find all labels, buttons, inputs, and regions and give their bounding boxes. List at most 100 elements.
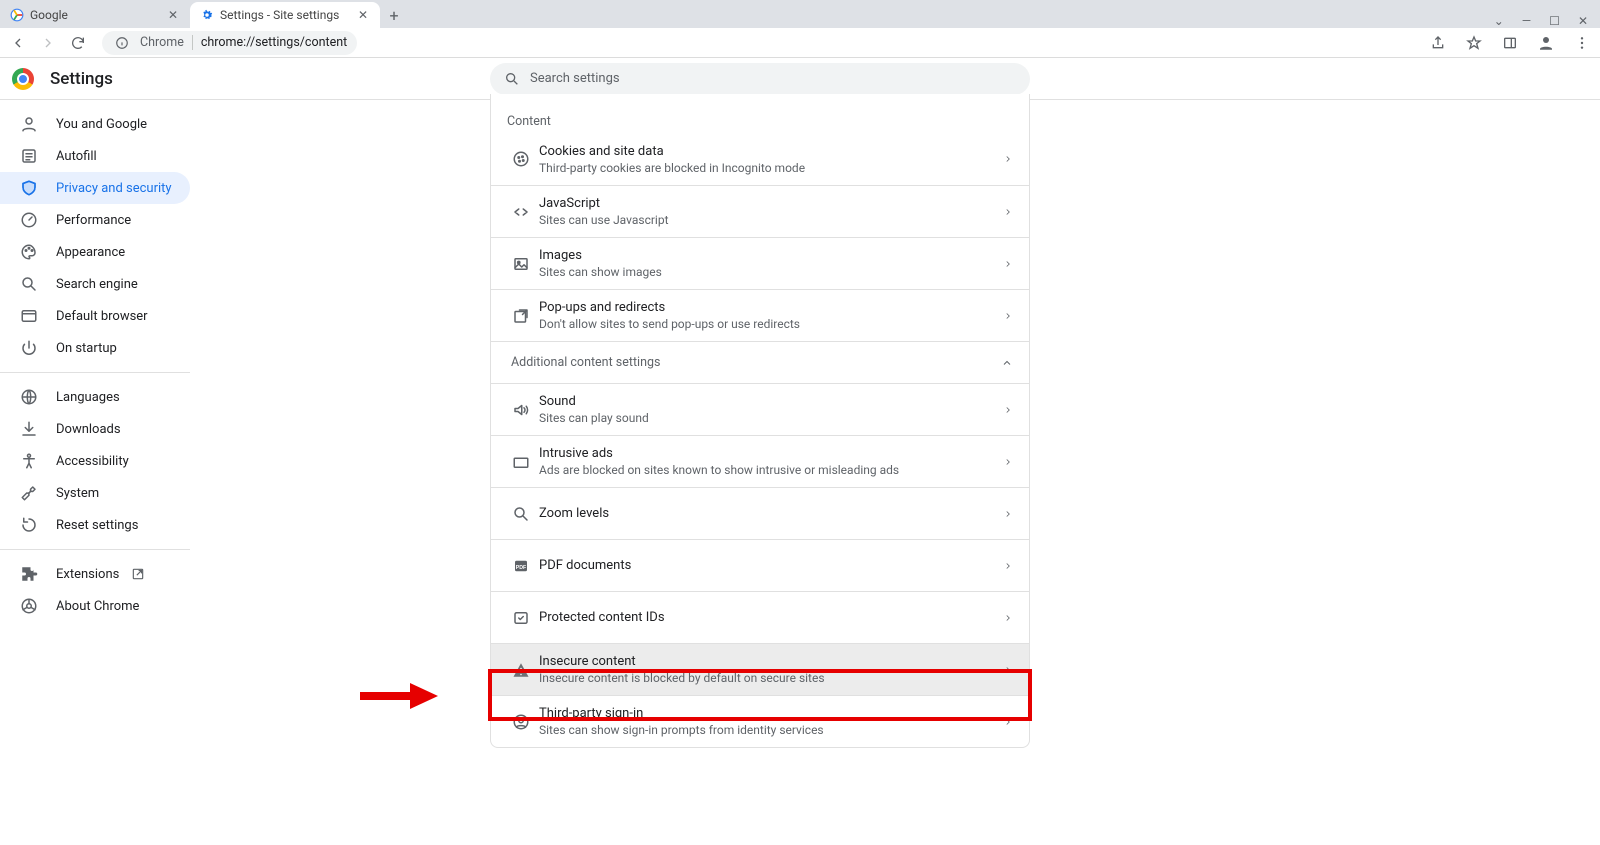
search-icon: [20, 275, 38, 293]
page-title: Settings: [50, 69, 113, 89]
share-icon[interactable]: [1428, 33, 1448, 53]
chevron-right-icon: [1003, 509, 1013, 519]
close-icon[interactable]: ✕: [356, 8, 370, 22]
sidebar-item-downloads[interactable]: Downloads: [0, 413, 190, 445]
new-tab-button[interactable]: +: [380, 2, 408, 28]
google-favicon-icon: [10, 8, 24, 22]
sidebar-item-extensions[interactable]: Extensions: [0, 558, 190, 590]
sidebar-item-label: Languages: [56, 390, 120, 405]
close-icon[interactable]: ✕: [166, 8, 180, 22]
ads-icon: [507, 453, 535, 471]
globe-icon: [20, 388, 38, 406]
row-subtitle: Third-party cookies are blocked in Incog…: [539, 161, 1003, 175]
sidebar-item-label: Autofill: [56, 149, 97, 164]
profile-avatar-icon[interactable]: [1536, 33, 1556, 53]
browser-tab-google[interactable]: Google ✕: [0, 2, 190, 28]
content-row-protected[interactable]: Protected content IDs: [491, 591, 1029, 643]
puzzle-icon: [20, 565, 38, 583]
chrome-logo-icon: [12, 68, 34, 90]
sidebar-item-accessibility[interactable]: Accessibility: [0, 445, 190, 477]
sidebar-item-label: System: [56, 486, 99, 501]
browser-tab-strip: Google ✕ Settings - Site settings ✕ + ⌄ …: [0, 0, 1600, 28]
content-row-sound[interactable]: Sound Sites can play sound: [491, 383, 1029, 435]
minimize-icon[interactable]: —: [1522, 14, 1531, 28]
content-row-thirdparty[interactable]: Third-party sign-in Sites can show sign-i…: [491, 695, 1029, 747]
sidebar-item-startup[interactable]: On startup: [0, 332, 190, 364]
chevron-down-icon[interactable]: ⌄: [1494, 14, 1504, 28]
accessibility-icon: [20, 452, 38, 470]
cookie-icon: [507, 150, 535, 168]
row-subtitle: Sites can play sound: [539, 411, 1003, 425]
sidebar-item-label: You and Google: [56, 117, 147, 132]
content-row-images[interactable]: ImagesSites can show images: [491, 237, 1029, 289]
shield-icon: [20, 179, 38, 197]
content-row-ads[interactable]: Intrusive adsAds are blocked on sites kn…: [491, 435, 1029, 487]
maximize-icon[interactable]: ☐: [1549, 14, 1560, 28]
code-icon: [507, 203, 535, 221]
sidebar-item-you[interactable]: You and Google: [0, 108, 190, 140]
content-row-pdf[interactable]: PDFPDF documents: [491, 539, 1029, 591]
row-title: Third-party sign-in: [539, 706, 1003, 721]
site-info-icon[interactable]: [112, 33, 132, 53]
section-header-content: Content: [491, 100, 1029, 133]
power-icon: [20, 339, 38, 357]
sidebar-item-privacy[interactable]: Privacy and security: [0, 172, 190, 204]
sidebar-item-appearance[interactable]: Appearance: [0, 236, 190, 268]
sidebar-item-label: On startup: [56, 341, 117, 356]
nav-back-icon[interactable]: [8, 33, 28, 53]
external-link-icon: [131, 567, 145, 581]
close-window-icon[interactable]: ✕: [1578, 14, 1588, 28]
row-subtitle: Ads are blocked on sites known to show i…: [539, 463, 1003, 477]
zoom-icon: [507, 505, 535, 523]
sidebar-item-label: Privacy and security: [56, 181, 172, 196]
chevron-right-icon: [1003, 457, 1013, 467]
tab-title: Google: [30, 8, 160, 22]
sidebar-item-label: Extensions: [56, 567, 119, 582]
sidebar-divider: [0, 372, 190, 373]
search-placeholder: Search settings: [530, 71, 620, 86]
settings-sidebar: You and Google Autofill Privacy and securi…: [0, 100, 260, 845]
browser-tab-settings[interactable]: Settings - Site settings ✕: [190, 2, 380, 28]
row-subtitle: Sites can use Javascript: [539, 213, 1003, 227]
sound-icon: [507, 401, 535, 419]
sidebar-item-search[interactable]: Search engine: [0, 268, 190, 300]
content-row-insecure[interactable]: Insecure contentInsecure content is bloc…: [491, 643, 1029, 695]
content-row-popups[interactable]: Pop-ups and redirectsDon't allow sites t…: [491, 289, 1029, 341]
sidebar-divider: [0, 549, 190, 550]
kebab-menu-icon[interactable]: [1572, 33, 1592, 53]
chevron-right-icon: [1003, 311, 1013, 321]
signin-icon: [507, 713, 535, 731]
search-settings-input[interactable]: Search settings: [490, 63, 1030, 95]
content-row-js[interactable]: JavaScriptSites can use Javascript: [491, 185, 1029, 237]
sidebar-item-about[interactable]: About Chrome: [0, 590, 190, 622]
row-subtitle: Sites can show sign-in prompts from iden…: [539, 723, 1003, 737]
sidebar-item-default[interactable]: Default browser: [0, 300, 190, 332]
bookmark-star-icon[interactable]: [1464, 33, 1484, 53]
search-icon: [504, 71, 520, 87]
sidebar-item-autofill[interactable]: Autofill: [0, 140, 190, 172]
chrome-icon: [20, 597, 38, 615]
row-title: Sound: [539, 394, 1003, 409]
row-title: PDF documents: [539, 558, 1003, 573]
browser-icon: [20, 307, 38, 325]
sidebar-item-languages[interactable]: Languages: [0, 381, 190, 413]
side-panel-icon[interactable]: [1500, 33, 1520, 53]
sidebar-item-label: Appearance: [56, 245, 125, 260]
person-icon: [20, 115, 38, 133]
reload-icon[interactable]: [68, 33, 88, 53]
sidebar-item-system[interactable]: System: [0, 477, 190, 509]
chevron-up-icon: [1001, 357, 1013, 369]
content-row-cookies[interactable]: Cookies and site dataThird-party cookies…: [491, 133, 1029, 185]
nav-forward-icon[interactable]: [38, 33, 58, 53]
protected-icon: [507, 609, 535, 627]
sidebar-item-performance[interactable]: Performance: [0, 204, 190, 236]
row-title: Pop-ups and redirects: [539, 300, 1003, 315]
address-bar[interactable]: Chrome chrome://settings/content: [102, 31, 357, 55]
tab-title: Settings - Site settings: [220, 8, 350, 22]
warning-icon: [507, 661, 535, 679]
expand-label: Additional content settings: [511, 355, 1001, 370]
sidebar-item-reset[interactable]: Reset settings: [0, 509, 190, 541]
content-row-zoom[interactable]: Zoom levels: [491, 487, 1029, 539]
sidebar-item-label: Default browser: [56, 309, 148, 324]
additional-content-settings-toggle[interactable]: Additional content settings: [491, 341, 1029, 383]
